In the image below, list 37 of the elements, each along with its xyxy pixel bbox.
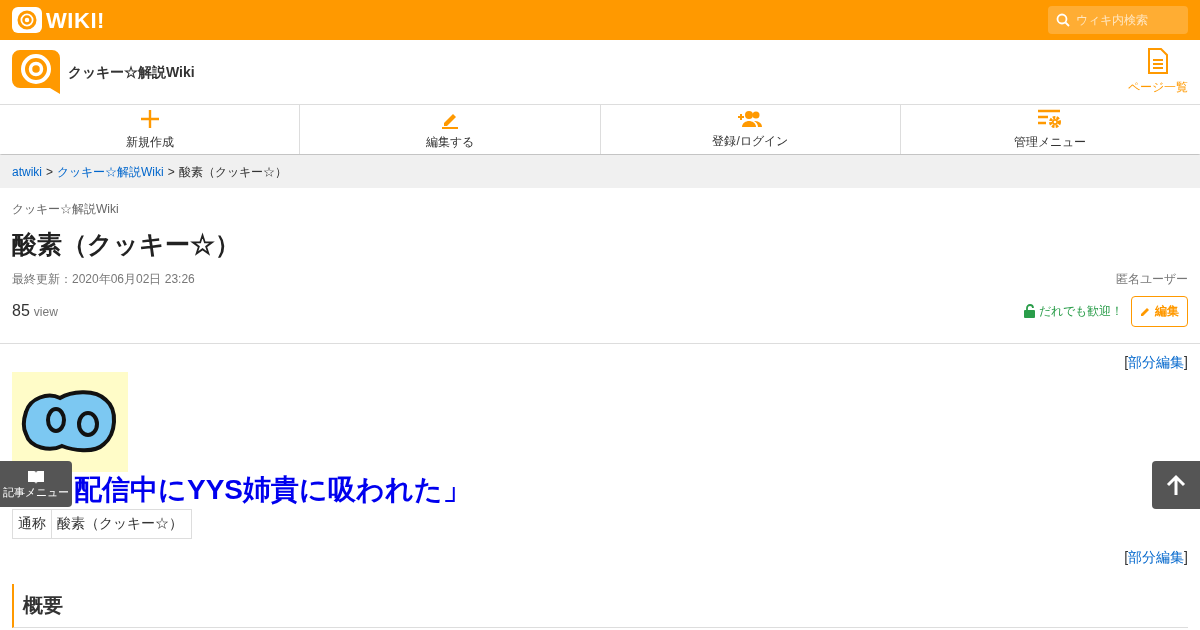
nav-tab[interactable]: 管理メニュー <box>900 105 1200 154</box>
article-menu-button[interactable]: 記事メニュー <box>0 461 72 507</box>
breadcrumb-link[interactable]: クッキー☆解説Wiki <box>57 162 164 181</box>
book-icon <box>27 470 45 484</box>
nav-tab[interactable]: 新規作成 <box>0 105 301 154</box>
scroll-top-button[interactable] <box>1152 461 1200 509</box>
breadcrumb-link[interactable]: atwiki <box>12 162 42 181</box>
nav-tab[interactable]: 編集する <box>300 105 601 154</box>
quote-heading[interactable]: 配信中にYYS姉貴に吸われた」 <box>74 475 472 504</box>
bracket-text: [ <box>1124 547 1129 567</box>
wiki-name: クッキー☆解説Wiki <box>12 201 120 218</box>
breadcrumb-text: > <box>167 163 175 181</box>
page-title: 酸素（クッキー☆） <box>12 229 241 260</box>
breadcrumb-text: > <box>46 163 54 181</box>
view-unit: view <box>33 304 58 321</box>
section-heading: 概要 <box>12 583 1188 628</box>
menu-settings-icon <box>1037 108 1064 129</box>
unlock-icon <box>1024 304 1035 318</box>
at-logo-icon <box>12 7 42 33</box>
document-icon <box>1147 48 1169 74</box>
table-cell: 酸素（クッキー☆） <box>51 509 192 538</box>
welcome-label: だれでも歓迎！ <box>1039 303 1123 320</box>
add-user-icon <box>737 109 764 128</box>
table-cell: 通称 <box>12 509 52 538</box>
search-icon <box>1056 13 1070 27</box>
pencil-icon <box>1140 305 1151 317</box>
bracket-text: ] <box>1184 547 1188 567</box>
view-count: 85 <box>12 301 30 321</box>
plus-icon <box>139 108 160 129</box>
wiki-title[interactable]: クッキー☆解説Wiki <box>68 61 195 83</box>
up-arrow-icon <box>1165 474 1187 496</box>
breadcrumb-text: 酸素（クッキー☆） <box>178 163 287 181</box>
last-updated: 最終更新：2020年06月02日 23:26 <box>12 270 195 288</box>
bracket-text: [ <box>1124 352 1129 372</box>
nav-tab[interactable]: 登録/ログイン <box>600 105 901 154</box>
author-name: 匿名ユーザー <box>1116 270 1188 288</box>
bracket-text: ] <box>1184 352 1188 372</box>
